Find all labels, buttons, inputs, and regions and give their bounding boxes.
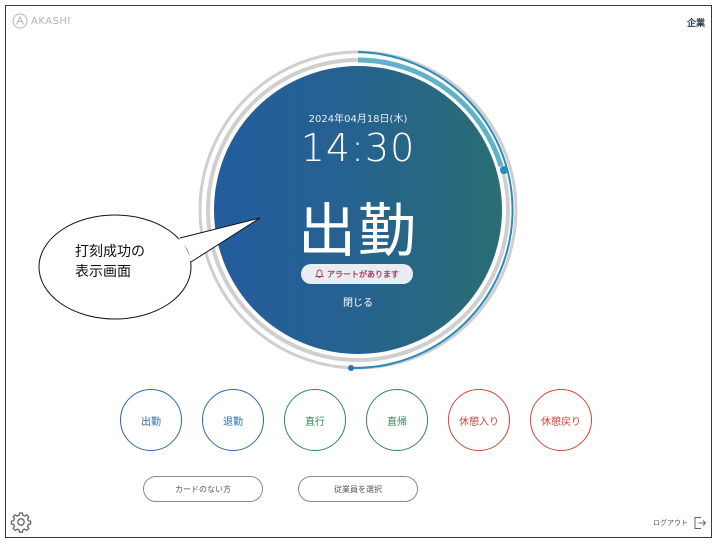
callout-line-2: 表示画面: [75, 264, 131, 280]
progress-knob-outer: [348, 365, 354, 371]
app-logo: AKASHI: [12, 13, 71, 29]
alert-button[interactable]: アラートがあります: [301, 264, 413, 284]
logout-icon: [694, 517, 707, 529]
akashi-logo-icon: [12, 13, 28, 29]
company-label: 企業: [686, 19, 705, 29]
no-card-button[interactable]: カードのない方: [143, 476, 263, 502]
gear-icon[interactable]: [10, 511, 32, 533]
clock-date: 2024年04月18日(木): [308, 114, 408, 125]
logo-text: AKASHI: [31, 15, 71, 27]
callout-text: 打刻成功の 表示画面: [75, 242, 185, 282]
punch-button-row: 出勤 退勤 直行 直帰 休憩入り 休憩戻り: [120, 389, 592, 451]
direct-go-button[interactable]: 直行: [284, 389, 346, 451]
direct-return-button[interactable]: 直帰: [366, 389, 428, 451]
punch-out-button[interactable]: 退勤: [202, 389, 264, 451]
alert-label: アラートがあります: [327, 269, 399, 279]
callout-line-1: 打刻成功の: [75, 244, 145, 260]
break-end-button[interactable]: 休憩戻り: [530, 389, 592, 451]
bell-icon: [315, 269, 324, 278]
logout-label: ログアウト: [653, 519, 688, 527]
clock-time: 14:30: [300, 126, 416, 170]
break-start-button[interactable]: 休憩入り: [448, 389, 510, 451]
select-employee-button[interactable]: 従業員を選択: [298, 476, 418, 502]
punch-in-button[interactable]: 出勤: [120, 389, 182, 451]
logout-button[interactable]: ログアウト: [653, 516, 707, 530]
